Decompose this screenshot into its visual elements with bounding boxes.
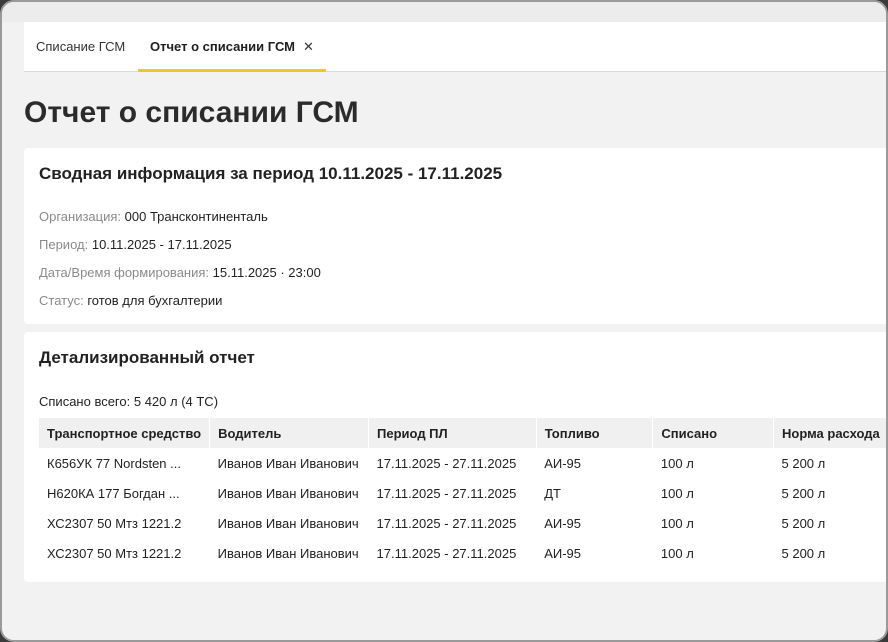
cell-vehicle: Н620КА 177 Богдан ... (47, 485, 180, 501)
cell-written-off: 100 л (660, 545, 694, 561)
tab-fuel-writeoff[interactable]: Списание ГСМ (24, 22, 137, 72)
cell-norm: 5 200 л (781, 485, 826, 501)
cell-fuel: ДТ (544, 485, 561, 501)
status-value: готов для бухгалтерии (87, 293, 223, 308)
period-row: Период: 10.11.2025 - 17.11.2025 (39, 237, 232, 252)
cell-fuel: АИ-95 (544, 515, 581, 531)
summary-card: Сводная информация за период 10.11.2025 … (24, 148, 886, 324)
column-header-waybill-period[interactable]: Период ПЛ (368, 418, 537, 448)
total-written-off: Списано всего: 5 420 л (4 ТС) (39, 394, 218, 409)
tab-label: Списание ГСМ (36, 39, 126, 54)
cell-vehicle: К656УК 77 Nordsten ... (47, 455, 181, 471)
cell-norm: 5 200 л (781, 455, 826, 471)
page-title: Отчет о списании ГСМ (24, 96, 359, 129)
organization-label: Организация: (39, 209, 122, 224)
cell-written-off: 100 л (660, 485, 694, 501)
tab-label: Отчет о списании ГСМ (150, 39, 295, 54)
period-label: Период: (39, 237, 89, 252)
table-row[interactable]: К656УК 77 Nordsten ... Иванов Иван Ивано… (39, 448, 886, 478)
cell-fuel: АИ-95 (544, 455, 581, 471)
column-header-driver[interactable]: Водитель (209, 418, 370, 448)
total-label: Списано всего: (39, 394, 131, 409)
cell-vehicle: ХС2307 50 Мтз 1221.2 (47, 515, 182, 531)
table-row[interactable]: ХС2307 50 Мтз 1221.2 Иванов Иван Иванови… (39, 508, 886, 538)
cell-vehicle: ХС2307 50 Мтз 1221.2 (47, 545, 182, 561)
total-value: 5 420 л (4 ТС) (133, 394, 219, 409)
detail-card: Детализированный отчет Списано всего: 5 … (24, 332, 886, 582)
generated-row: Дата/Время формирования: 15.11.2025 · 23… (39, 265, 321, 280)
cell-driver: Иванов Иван Иванович (217, 485, 359, 501)
tab-fuel-report[interactable]: Отчет о списании ГСМ ✕ (138, 22, 326, 72)
cell-period: 17.11.2025 - 27.11.2025 (376, 515, 517, 531)
close-icon[interactable]: ✕ (303, 39, 314, 54)
period-value: 10.11.2025 - 17.11.2025 (91, 237, 232, 252)
cell-driver: Иванов Иван Иванович (217, 455, 359, 471)
organization-value: 000 Трансконтиненталь (124, 209, 268, 224)
cell-written-off: 100 л (660, 455, 694, 471)
tab-bar: Списание ГСМ Отчет о списании ГСМ ✕ (24, 22, 886, 72)
column-header-fuel[interactable]: Топливо (536, 418, 654, 448)
column-header-vehicle[interactable]: Транспортное средство (39, 418, 211, 448)
window-top-bar (2, 2, 886, 22)
cell-fuel: АИ-95 (544, 545, 581, 561)
column-header-norm[interactable]: Норма расхода (773, 418, 886, 448)
column-header-written-off[interactable]: Списано (652, 418, 774, 448)
cell-period: 17.11.2025 - 27.11.2025 (376, 455, 517, 471)
summary-title: Сводная информация за период 10.11.2025 … (39, 164, 503, 183)
main-content: Списание ГСМ Отчет о списании ГСМ ✕ Отчет… (2, 22, 886, 640)
table-row[interactable]: ХС2307 50 Мтз 1221.2 Иванов Иван Иванови… (39, 538, 886, 568)
cell-written-off: 100 л (660, 515, 694, 531)
status-label: Статус: (39, 293, 84, 308)
cell-driver: Иванов Иван Иванович (217, 545, 359, 561)
detail-title: Детализированный отчет (39, 348, 255, 367)
cell-period: 17.11.2025 - 27.11.2025 (376, 485, 517, 501)
table-header-row: Транспортное средство Водитель Период ПЛ… (39, 418, 886, 448)
generated-value: 15.11.2025 · 23:00 (212, 265, 321, 280)
cell-period: 17.11.2025 - 27.11.2025 (376, 545, 517, 561)
cell-driver: Иванов Иван Иванович (217, 515, 359, 531)
app-window: Списание ГСМ Отчет о списании ГСМ ✕ Отчет… (0, 0, 888, 642)
cell-norm: 5 200 л (781, 545, 826, 561)
cell-norm: 5 200 л (781, 515, 826, 531)
detail-table: Транспортное средство Водитель Период ПЛ… (39, 418, 886, 568)
generated-label: Дата/Время формирования: (39, 265, 210, 280)
table-row[interactable]: Н620КА 177 Богдан ... Иванов Иван Иванов… (39, 478, 886, 508)
organization-row: Организация: 000 Трансконтиненталь (39, 209, 268, 224)
status-row: Статус: готов для бухгалтерии (39, 293, 222, 308)
